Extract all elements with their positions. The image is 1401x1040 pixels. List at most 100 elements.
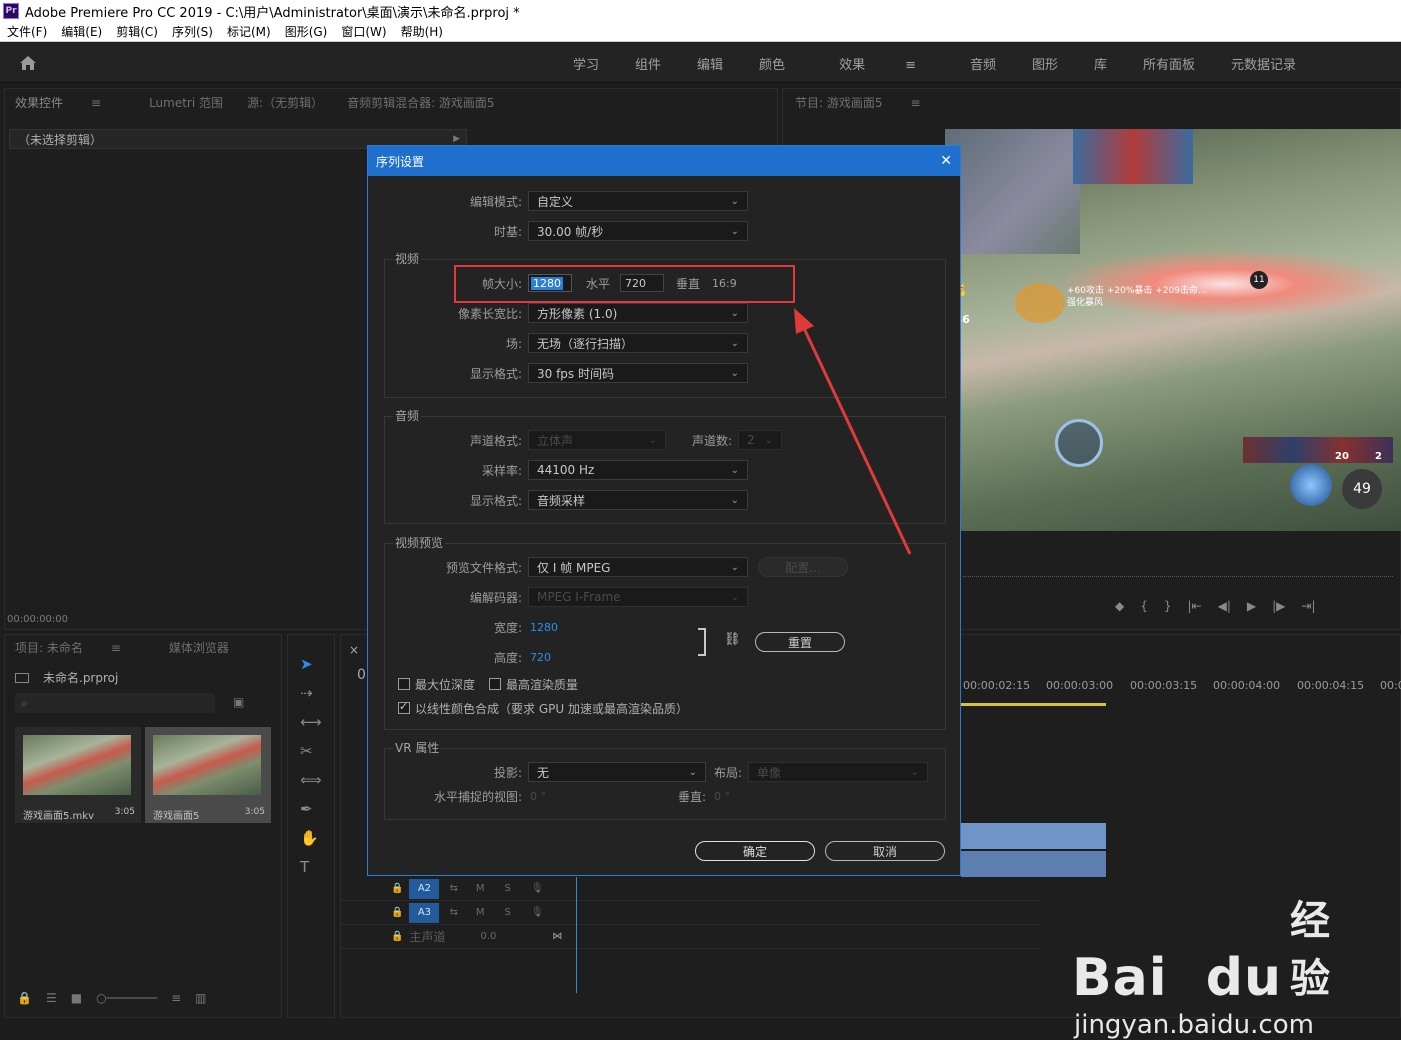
tick-label: 00:00:04:00 (1213, 679, 1281, 692)
tab-source[interactable]: 源:（无剪辑） (247, 94, 323, 111)
go-to-end-icon[interactable]: ⋈ (552, 931, 562, 942)
tab-audio-clip-mixer[interactable]: 音频剪辑混合器: 游戏画面5 (347, 94, 495, 111)
pixel-aspect-select[interactable]: 方形像素 (1.0) ⌄ (528, 303, 748, 323)
lock-icon[interactable]: 🔒 (391, 931, 403, 942)
tab-lumetri-scopes[interactable]: Lumetri 范围 (149, 94, 223, 111)
pen-tool-icon[interactable]: ✒ (300, 800, 322, 818)
fields-select[interactable]: 无场（逐行扫描） ⌄ (528, 333, 748, 353)
reset-button[interactable]: 重置 (755, 632, 845, 652)
zoom-slider[interactable]: ○─────── (96, 991, 157, 1005)
lock-icon[interactable]: 🔒 (391, 883, 403, 894)
new-bin-icon[interactable]: ▣ (233, 695, 244, 709)
solo-button[interactable]: S (504, 883, 510, 894)
ws-effects[interactable]: 效果 ≡ (803, 54, 952, 73)
program-ruler (963, 569, 1393, 577)
go-to-in-icon[interactable]: |⇤ (1188, 599, 1202, 613)
pixel-aspect-value: 方形像素 (1.0) (537, 306, 618, 321)
audio-clip[interactable] (961, 851, 1106, 877)
mic-icon[interactable]: 🎙 (531, 907, 544, 918)
video-display-select[interactable]: 30 fps 时间码 ⌄ (528, 363, 748, 383)
mute-button[interactable]: M (476, 907, 485, 918)
preview-width-value[interactable]: 1280 (530, 621, 558, 634)
ws-all-panels[interactable]: 所有面板 (1125, 54, 1213, 73)
list-view-icon[interactable]: ☰ (46, 991, 57, 1005)
preview-format-select[interactable]: 仅 I 帧 MPEG ⌄ (528, 557, 748, 577)
mark-in-icon[interactable]: { (1140, 599, 1148, 613)
hamburger-icon[interactable]: ≡ (911, 96, 921, 110)
work-area-bar[interactable] (961, 703, 1106, 706)
type-tool-icon[interactable]: T (300, 858, 322, 876)
track-select-tool-icon[interactable]: ⇢ (300, 684, 322, 702)
slip-tool-icon[interactable]: ⟺ (300, 771, 322, 789)
max-render-quality-checkbox[interactable] (489, 678, 502, 690)
projection-select[interactable]: 无 ⌄ (528, 762, 706, 782)
ws-assembly[interactable]: 组件 (617, 54, 679, 73)
home-icon[interactable] (19, 55, 37, 71)
cancel-button[interactable]: 取消 (825, 841, 945, 861)
video-clip[interactable] (961, 823, 1106, 849)
solo-button[interactable]: S (504, 907, 510, 918)
step-back-icon[interactable]: ◀| (1218, 599, 1231, 613)
tab-project[interactable]: 项目: 未命名 ≡ (15, 639, 145, 656)
ws-color[interactable]: 颜色 (741, 54, 803, 73)
menu-clip[interactable]: 剪辑(C) (109, 23, 165, 40)
project-item[interactable]: 游戏画面5.mkv 3:05 (15, 727, 141, 823)
ws-learn[interactable]: 学习 (555, 54, 617, 73)
ws-audio[interactable]: 音频 (952, 54, 1014, 73)
hand-tool-icon[interactable]: ✋ (300, 829, 322, 847)
ripple-tool-icon[interactable]: ⟷ (300, 713, 322, 731)
max-bit-depth-checkbox[interactable] (398, 678, 410, 690)
link-icon[interactable]: ⛓ (724, 632, 741, 647)
linear-color-checkbox[interactable] (398, 700, 410, 714)
step-forward-icon[interactable]: |▶ (1272, 599, 1285, 613)
menu-graphics[interactable]: 图形(G) (278, 23, 335, 40)
close-icon[interactable]: × (349, 643, 359, 657)
play-icon[interactable]: ▶ (1247, 599, 1256, 613)
menu-help[interactable]: 帮助(H) (394, 23, 450, 40)
close-icon[interactable]: ✕ (940, 153, 952, 169)
project-item[interactable]: 游戏画面5 3:05 (145, 727, 271, 823)
no-clip-label: （未选择剪辑） (18, 132, 103, 147)
automate-icon[interactable]: ▥ (195, 991, 206, 1005)
icon-view-icon[interactable]: ■ (71, 991, 82, 1005)
sort-icon[interactable]: ≡ (171, 991, 181, 1005)
mic-icon[interactable]: 🎙 (531, 883, 544, 894)
razor-tool-icon[interactable]: ✂ (300, 742, 322, 760)
project-search-input[interactable]: ⌕ (15, 693, 215, 713)
master-value[interactable]: 0.0 (480, 931, 496, 942)
menu-file[interactable]: 文件(F) (0, 23, 54, 40)
tab-program[interactable]: 节目: 游戏画面5 ≡ (795, 94, 945, 111)
track-target[interactable]: A3 (409, 902, 440, 923)
lock-icon[interactable]: 🔒 (391, 907, 403, 918)
hamburger-icon[interactable]: ≡ (111, 641, 121, 655)
audio-display-select[interactable]: 音频采样 ⌄ (528, 490, 748, 510)
audio-tracks: 🔒 A2 ⇆ M S 🎙 🔒 A3 ⇆ M S 🎙 🔒 主声道 0.0 ⋈ (341, 877, 1041, 949)
ws-editing[interactable]: 编辑 (679, 54, 741, 73)
menu-marker[interactable]: 标记(M) (220, 23, 278, 40)
ws-libraries[interactable]: 库 (1076, 54, 1125, 73)
arrow-right-icon[interactable]: ▶ (453, 134, 460, 144)
marker-icon[interactable]: ◆ (1115, 599, 1124, 613)
menu-sequence[interactable]: 序列(S) (165, 23, 220, 40)
sync-lock-icon[interactable]: ⇆ (449, 907, 457, 918)
timebase-select[interactable]: 30.00 帧/秒 ⌄ (528, 221, 748, 241)
go-to-out-icon[interactable]: ⇥| (1301, 599, 1315, 613)
track-target[interactable]: A2 (409, 878, 440, 899)
tab-effect-controls[interactable]: 效果控件 ≡ (15, 94, 125, 111)
ws-metadata[interactable]: 元数据记录 (1213, 54, 1314, 73)
mute-button[interactable]: M (476, 883, 485, 894)
menu-edit[interactable]: 编辑(E) (54, 23, 109, 40)
hamburger-icon[interactable]: ≡ (887, 58, 934, 73)
lock-icon[interactable]: 🔒 (17, 991, 32, 1005)
edit-mode-select[interactable]: 自定义 ⌄ (528, 191, 748, 211)
sync-lock-icon[interactable]: ⇆ (449, 883, 457, 894)
selection-tool-icon[interactable]: ➤ (300, 655, 322, 673)
sample-rate-select[interactable]: 44100 Hz ⌄ (528, 460, 748, 480)
ws-graphics[interactable]: 图形 (1014, 54, 1076, 73)
preview-height-value[interactable]: 720 (530, 651, 551, 664)
ok-button[interactable]: 确定 (695, 841, 815, 861)
tab-media-browser[interactable]: 媒体浏览器 (169, 639, 229, 656)
menu-window[interactable]: 窗口(W) (334, 23, 393, 40)
mark-out-icon[interactable]: } (1164, 599, 1172, 613)
hamburger-icon[interactable]: ≡ (91, 96, 101, 110)
